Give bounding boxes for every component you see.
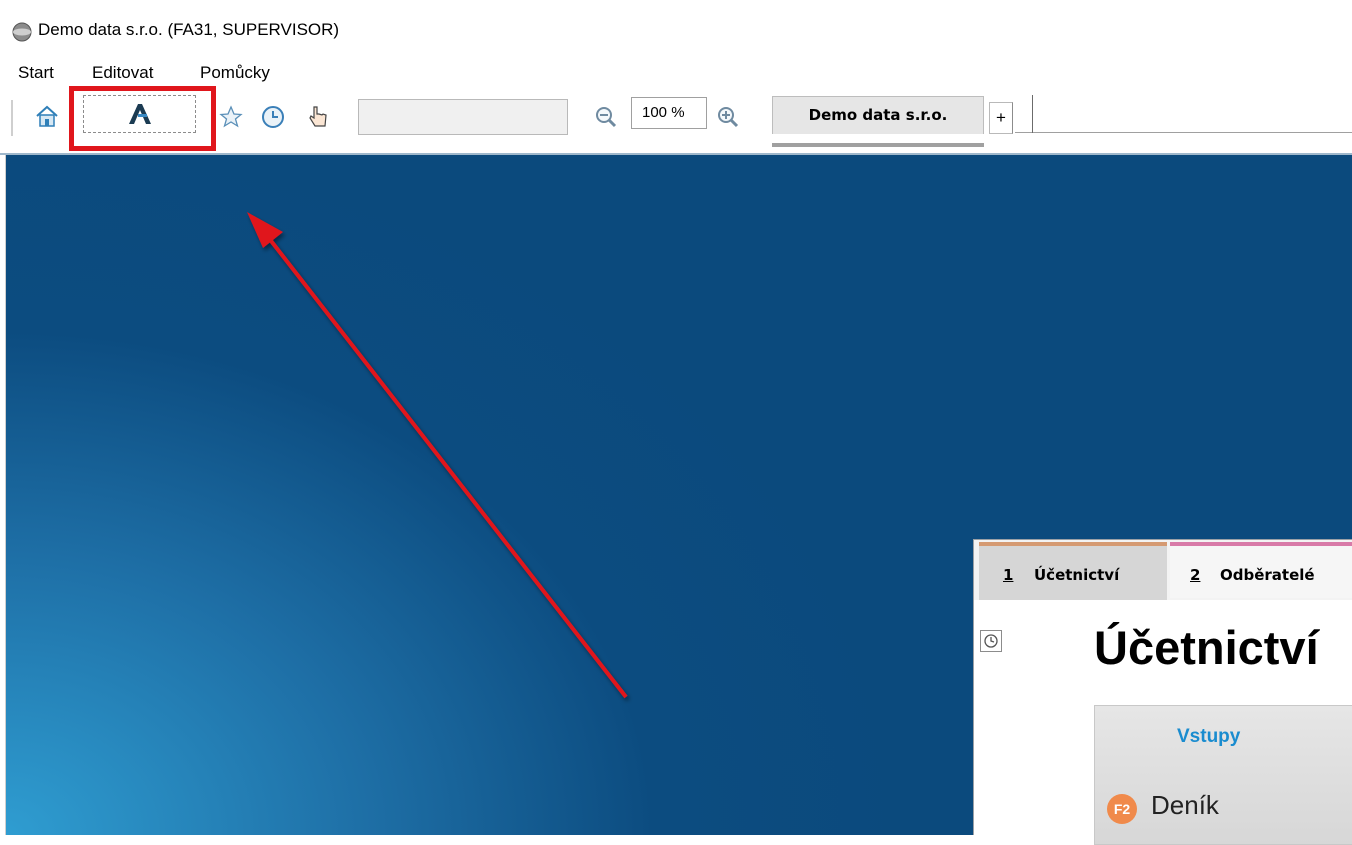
arrow-head: [247, 212, 283, 248]
annotation-arrow: [247, 212, 628, 699]
app-window: Demo data s.r.o. (FA31, SUPERVISOR) Star…: [0, 0, 1352, 845]
arrow-shaft: [266, 235, 628, 699]
